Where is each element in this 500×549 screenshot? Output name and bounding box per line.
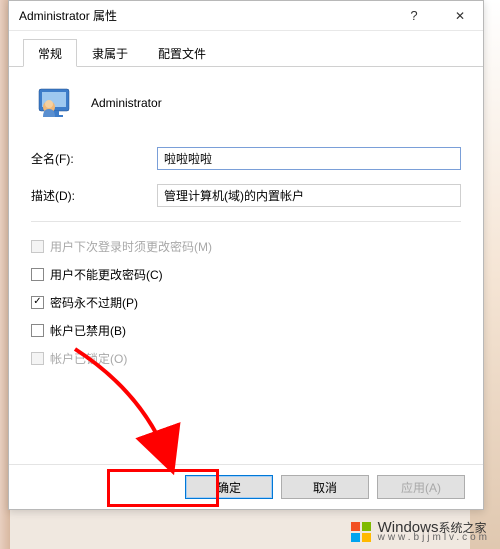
description-input[interactable] [157, 184, 461, 207]
check-mustchange-label: 用户下次登录时须更改密码(M) [50, 238, 212, 255]
fullname-input[interactable] [157, 147, 461, 170]
check-neverexpire-label: 密码永不过期(P) [50, 294, 138, 311]
fullname-row: 全名(F): [31, 147, 461, 170]
check-locked-label: 帐户已锁定(O) [50, 350, 127, 367]
check-locked [31, 352, 44, 365]
cancel-button[interactable]: 取消 [281, 475, 369, 499]
watermark: Windows系统之家 www.bjjmlv.com [350, 520, 490, 543]
titlebar: Administrator 属性 ? ✕ [9, 1, 483, 31]
check-disabled-row: 帐户已禁用(B) [31, 322, 461, 339]
tab-general[interactable]: 常规 [23, 39, 77, 67]
fullname-label: 全名(F): [31, 150, 157, 167]
check-disabled[interactable] [31, 324, 44, 337]
windows-logo-icon [350, 521, 372, 543]
check-neverexpire-row: 密码永不过期(P) [31, 294, 461, 311]
button-bar: 确定 取消 应用(A) [9, 464, 483, 509]
user-icon [37, 85, 73, 121]
watermark-url: www.bjjmlv.com [378, 533, 490, 543]
description-row: 描述(D): [31, 184, 461, 207]
user-header: Administrator [37, 85, 461, 121]
general-page: Administrator 全名(F): 描述(D): 用户下次登录时须更改密码… [9, 67, 483, 464]
description-label: 描述(D): [31, 187, 157, 204]
window-title: Administrator 属性 [19, 7, 391, 24]
check-mustchange [31, 240, 44, 253]
check-neverexpire[interactable] [31, 296, 44, 309]
properties-dialog: Administrator 属性 ? ✕ 常规 隶属于 配置文件 Adminis… [8, 0, 484, 510]
check-cannotchange-row: 用户不能更改密码(C) [31, 266, 461, 283]
check-cannotchange-label: 用户不能更改密码(C) [50, 266, 163, 283]
account-name-heading: Administrator [91, 96, 162, 110]
tab-profile[interactable]: 配置文件 [143, 39, 221, 67]
close-button[interactable]: ✕ [437, 1, 483, 31]
check-disabled-label: 帐户已禁用(B) [50, 322, 126, 339]
check-locked-row: 帐户已锁定(O) [31, 350, 461, 367]
check-cannotchange[interactable] [31, 268, 44, 281]
tab-strip: 常规 隶属于 配置文件 [9, 31, 483, 67]
ok-button[interactable]: 确定 [185, 475, 273, 499]
check-mustchange-row: 用户下次登录时须更改密码(M) [31, 238, 461, 255]
tab-memberof[interactable]: 隶属于 [77, 39, 143, 67]
apply-button: 应用(A) [377, 475, 465, 499]
help-button[interactable]: ? [391, 1, 437, 31]
separator [31, 221, 461, 222]
